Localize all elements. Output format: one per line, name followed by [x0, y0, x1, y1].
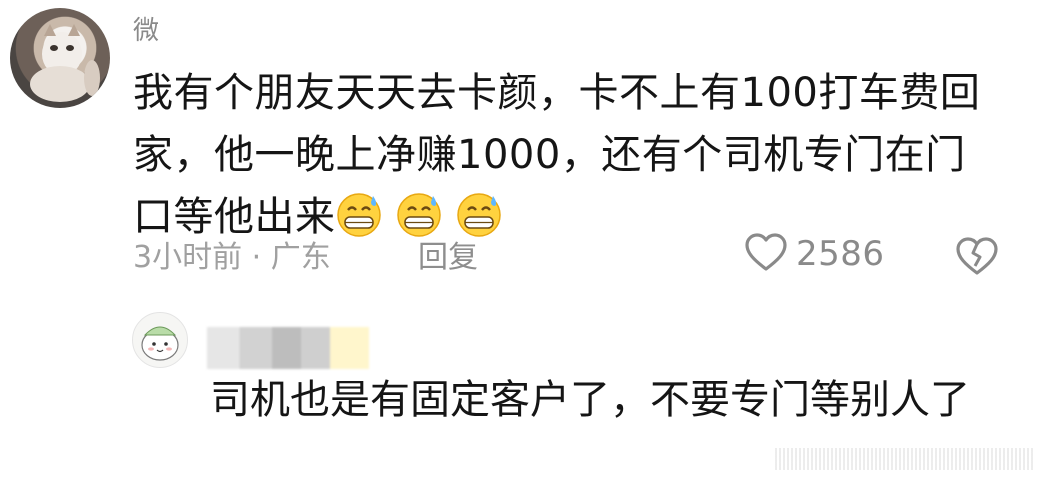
avatar[interactable] — [10, 8, 110, 108]
reply-username-redaction — [207, 327, 369, 369]
watermark — [775, 448, 1035, 470]
like-count: 2586 — [796, 234, 885, 274]
username-redaction — [165, 12, 235, 38]
comment-meta: 3小时前 · 广东 — [133, 240, 331, 275]
username[interactable]: 微 — [133, 10, 160, 47]
dislike-button[interactable] — [955, 236, 999, 280]
reply-avatar[interactable] — [132, 312, 188, 368]
like-button[interactable]: 2586 — [744, 232, 885, 276]
comment-body: 我有个朋友天天去卡颜，卡不上有100打车费回家，他一晚上净赚1000，还有个司机… — [133, 70, 981, 240]
reply-button[interactable]: 回复 — [418, 232, 478, 276]
grinning-sweat-emoji-icon — [336, 192, 382, 238]
broken-heart-icon — [955, 237, 999, 280]
heart-icon — [744, 232, 788, 276]
reply-text: 司机也是有固定客户了，不要专门等别人了 — [210, 377, 970, 423]
comment-text: 我有个朋友天天去卡颜，卡不上有100打车费回家，他一晚上净赚1000，还有个司机… — [133, 62, 1003, 248]
